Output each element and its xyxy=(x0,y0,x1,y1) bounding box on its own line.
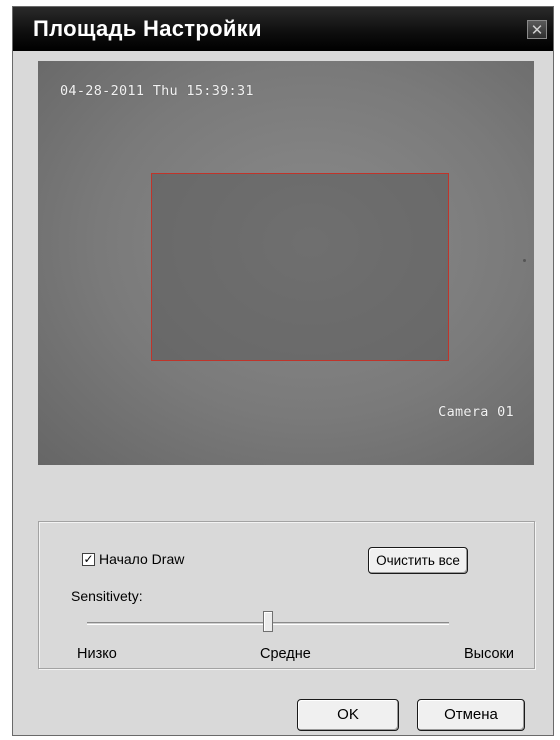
ok-button[interactable]: OK xyxy=(297,699,399,731)
title-bar[interactable]: Площадь Настройки ✕ xyxy=(13,7,553,51)
start-draw-checkbox[interactable]: ✓ xyxy=(82,553,95,566)
area-settings-dialog: Площадь Настройки ✕ 04-28-2011 Thu 15:39… xyxy=(12,6,554,736)
osd-camera-label: Camera 01 xyxy=(438,404,514,420)
check-icon: ✓ xyxy=(83,552,94,566)
cancel-button[interactable]: Отмена xyxy=(417,699,525,731)
draw-settings-group: ✓ Начало Draw Очистить все Sensitivety: … xyxy=(38,521,535,669)
sensitivity-mid-label: Средне xyxy=(260,646,311,662)
sensitivity-low-label: Низко xyxy=(77,646,117,662)
osd-timestamp: 04-28-2011 Thu 15:39:31 xyxy=(60,83,254,99)
clear-all-button[interactable]: Очистить все xyxy=(368,547,468,574)
sensitivity-high-label: Высоки xyxy=(463,646,514,662)
camera-preview[interactable]: 04-28-2011 Thu 15:39:31 Camera 01 xyxy=(38,61,534,465)
close-icon: ✕ xyxy=(530,21,544,39)
start-draw-label[interactable]: Начало Draw xyxy=(99,551,184,567)
sensitivity-label: Sensitivety: xyxy=(71,588,143,604)
close-button[interactable]: ✕ xyxy=(527,20,547,39)
image-artifact xyxy=(523,259,526,262)
sensitivity-slider-thumb[interactable] xyxy=(263,611,273,632)
detection-zone-rect[interactable] xyxy=(151,173,449,361)
dialog-title: Площадь Настройки xyxy=(33,16,262,41)
